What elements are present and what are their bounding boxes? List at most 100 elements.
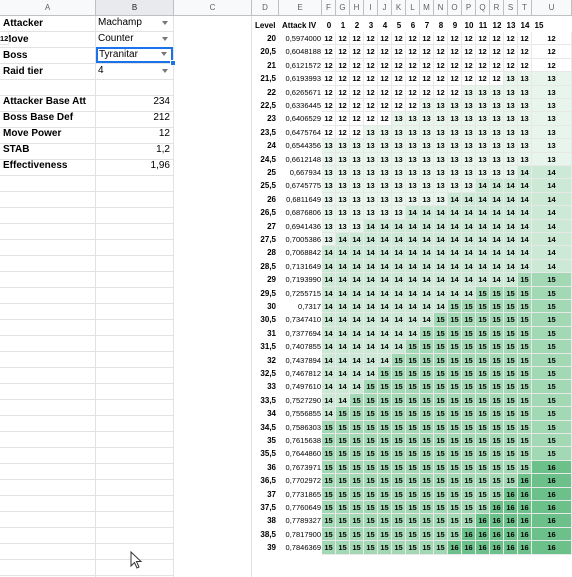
damage-cell[interactable]: 14 [322,259,336,274]
damage-cell[interactable]: 15 [532,447,572,461]
damage-cell[interactable]: 15 [532,313,572,327]
damage-cell[interactable]: 15 [448,501,462,515]
level-cell[interactable]: 22 [252,88,276,97]
damage-cell[interactable]: 13 [434,112,448,126]
damage-cell[interactable]: 15 [434,460,448,475]
damage-cell[interactable]: 14 [322,353,336,367]
damage-cell[interactable]: 14 [434,286,448,300]
damage-cell[interactable]: 15 [448,340,462,354]
damage-cell[interactable]: 14 [336,300,350,314]
damage-cell[interactable]: 14 [462,286,476,300]
damage-cell[interactable]: 15 [350,474,364,488]
damage-cell[interactable]: 13 [532,99,572,113]
damage-cell[interactable]: 13 [532,152,572,166]
move-power-value[interactable]: 12 [96,127,170,140]
level-cell[interactable]: 34,5 [252,423,276,432]
damage-cell[interactable]: 12 [336,125,350,140]
damage-cell[interactable]: 12 [322,99,336,113]
damage-cell[interactable]: 12 [350,85,364,99]
damage-cell[interactable]: 13 [406,125,420,140]
damage-cell[interactable]: 14 [350,286,364,300]
damage-cell[interactable]: 13 [336,166,350,180]
level-cell[interactable]: 29 [252,275,276,284]
damage-cell[interactable]: 15 [448,434,462,448]
damage-cell[interactable]: 12 [434,32,448,46]
damage-cell[interactable]: 15 [476,420,490,434]
level-cell[interactable]: 36 [252,463,276,472]
damage-cell[interactable]: 12 [364,85,378,99]
damage-cell[interactable]: 12 [434,58,448,73]
damage-cell[interactable]: 12 [322,125,336,140]
damage-cell[interactable]: 15 [364,487,378,501]
damage-cell[interactable]: 16 [504,487,518,501]
damage-cell[interactable]: 14 [336,246,350,260]
damage-cell[interactable]: 14 [476,179,490,193]
damage-cell[interactable]: 15 [406,501,420,515]
damage-cell[interactable]: 12 [392,32,406,46]
damage-cell[interactable]: 12 [504,45,518,59]
damage-cell[interactable]: 13 [378,139,392,153]
damage-cell[interactable]: 14 [518,192,532,207]
damage-cell[interactable]: 12 [336,32,350,46]
damage-cell[interactable]: 14 [504,179,518,193]
damage-cell[interactable]: 14 [406,286,420,300]
damage-cell[interactable]: 15 [476,487,490,501]
damage-cell[interactable]: 15 [462,407,476,421]
damage-cell[interactable]: 15 [462,393,476,408]
column-header-e[interactable]: E [279,0,322,16]
damage-cell[interactable]: 12 [448,72,462,86]
damage-cell[interactable]: 14 [504,273,518,287]
damage-cell[interactable]: 14 [336,286,350,300]
attack-iv-cell[interactable]: 0,7527290 [279,396,321,405]
damage-cell[interactable]: 14 [406,326,420,341]
damage-cell[interactable]: 14 [378,233,392,247]
level-cell[interactable]: 20 [252,34,276,43]
damage-cell[interactable]: 13 [434,179,448,193]
damage-cell[interactable]: 15 [518,407,532,421]
damage-cell[interactable]: 14 [406,233,420,247]
damage-cell[interactable]: 13 [364,192,378,207]
level-cell[interactable]: 31 [252,329,276,338]
damage-cell[interactable]: 14 [476,206,490,220]
damage-cell[interactable]: 14 [378,286,392,300]
damage-cell[interactable]: 16 [532,474,572,488]
damage-cell[interactable]: 13 [392,112,406,126]
damage-cell[interactable]: 13 [364,152,378,166]
damage-cell[interactable]: 15 [504,460,518,475]
damage-cell[interactable]: 14 [420,219,434,233]
damage-cell[interactable]: 15 [322,487,336,501]
damage-cell[interactable]: 12 [378,72,392,86]
damage-cell[interactable]: 16 [448,541,462,555]
damage-cell[interactable]: 13 [490,125,504,140]
damage-cell[interactable]: 15 [490,407,504,421]
damage-cell[interactable]: 15 [392,460,406,475]
damage-cell[interactable]: 15 [420,380,434,394]
damage-cell[interactable]: 15 [364,501,378,515]
damage-cell[interactable]: 13 [434,139,448,153]
damage-cell[interactable]: 14 [476,259,490,274]
damage-cell[interactable]: 13 [434,99,448,113]
damage-cell[interactable]: 15 [392,367,406,381]
damage-cell[interactable]: 14 [364,313,378,327]
column-header-d[interactable]: D [252,0,279,16]
damage-cell[interactable]: 12 [490,32,504,46]
damage-cell[interactable]: 14 [378,326,392,341]
damage-cell[interactable]: 15 [378,393,392,408]
damage-cell[interactable]: 13 [518,125,532,140]
damage-cell[interactable]: 14 [336,380,350,394]
damage-cell[interactable]: 14 [406,273,420,287]
damage-cell[interactable]: 15 [504,353,518,367]
damage-cell[interactable]: 15 [350,434,364,448]
attack-iv-cell[interactable]: 0,7407855 [279,342,321,351]
damage-cell[interactable]: 14 [406,246,420,260]
damage-cell[interactable]: 15 [350,541,364,555]
damage-cell[interactable]: 15 [448,514,462,528]
damage-cell[interactable]: 15 [336,487,350,501]
damage-cell[interactable]: 13 [322,233,336,247]
damage-cell[interactable]: 13 [392,179,406,193]
damage-cell[interactable]: 13 [322,179,336,193]
damage-cell[interactable]: 16 [532,527,572,542]
damage-cell[interactable]: 12 [448,45,462,59]
chevron-down-icon[interactable] [162,21,168,25]
level-cell[interactable]: 38,5 [252,530,276,539]
